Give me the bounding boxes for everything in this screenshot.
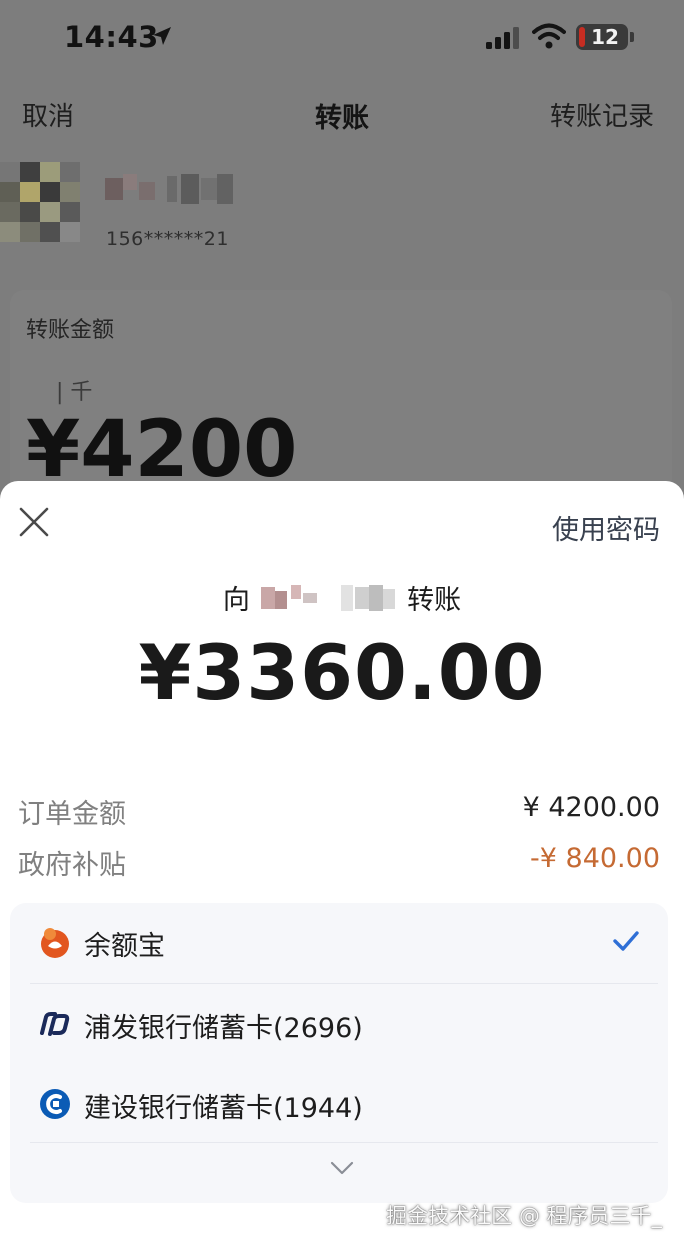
- transfer-amount-label: 转账金额: [26, 318, 115, 343]
- subsidy-label: 政府补贴: [18, 850, 126, 881]
- wifi-icon: [532, 23, 566, 49]
- battery-percent: 12: [591, 25, 619, 49]
- status-bar: 14:43 12: [0, 0, 684, 78]
- payment-amount: ¥3360.00: [138, 628, 546, 717]
- payee-suffix: 转账: [407, 585, 462, 616]
- location-arrow-icon: [153, 27, 171, 45]
- method-label: 余额宝: [84, 931, 165, 962]
- payment-method-spdb[interactable]: 浦发银行储蓄卡(2696): [10, 985, 668, 1065]
- payment-method-yuebao[interactable]: 余额宝: [10, 903, 668, 983]
- recipient-avatar: [0, 162, 80, 242]
- battery-level: [579, 27, 585, 47]
- check-icon: [613, 931, 639, 951]
- order-amount-label: 订单金额: [18, 799, 126, 830]
- payee-name-blurred: [260, 584, 395, 611]
- transfer-records-button[interactable]: 转账记录: [550, 96, 654, 133]
- payee-line: 向 转账: [0, 578, 684, 617]
- battery-icon: 12: [576, 24, 628, 50]
- method-label: 浦发银行储蓄卡(2696): [84, 1013, 363, 1044]
- recipient-name-blurred: [105, 174, 233, 204]
- payee-prefix: 向: [222, 585, 250, 616]
- recipient-phone: 156******21: [106, 228, 229, 250]
- signal-icon: [486, 27, 519, 49]
- status-time: 14:43: [64, 20, 159, 54]
- ccb-bank-icon: [40, 1089, 70, 1119]
- order-amount-value: ¥ 4200.00: [522, 792, 660, 823]
- yuebao-icon: [41, 928, 69, 958]
- method-divider: [30, 983, 658, 984]
- subsidy-value: -¥ 840.00: [530, 843, 660, 874]
- amount-unit-hint: | 千: [56, 380, 93, 405]
- use-password-button[interactable]: 使用密码: [552, 508, 660, 547]
- method-label: 建设银行储蓄卡(1944): [84, 1093, 363, 1124]
- method-divider: [30, 1142, 658, 1143]
- watermark: 掘金技术社区 @ 程序员三千_: [386, 1204, 662, 1228]
- spdb-bank-icon: [40, 1012, 70, 1036]
- battery-cap: [630, 32, 634, 42]
- chevron-down-icon[interactable]: [330, 1160, 354, 1176]
- payment-method-ccb[interactable]: 建设银行储蓄卡(1944): [10, 1065, 668, 1145]
- close-icon[interactable]: [18, 506, 50, 538]
